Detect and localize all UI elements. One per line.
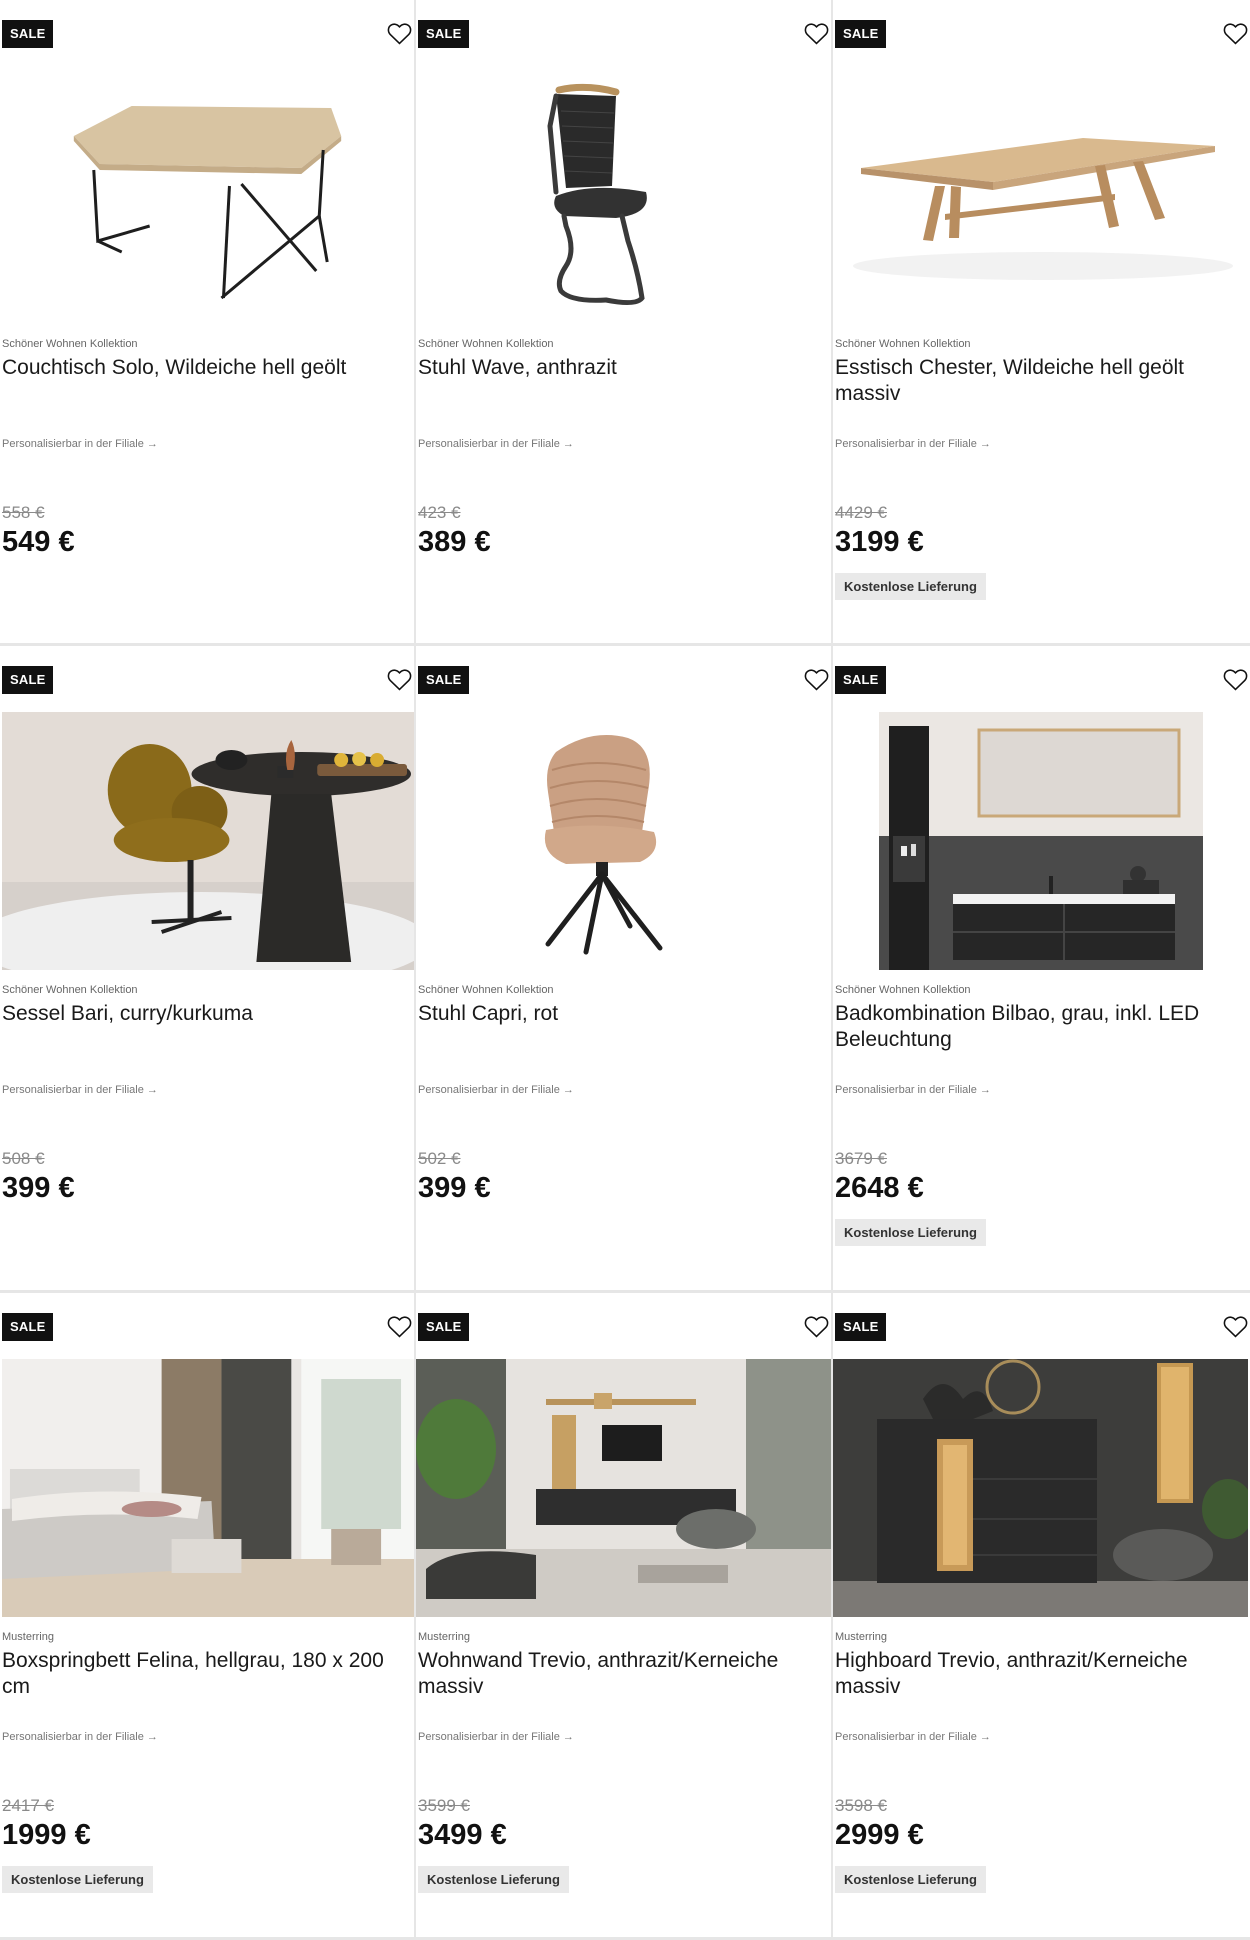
product-image-cantilever-chair[interactable] xyxy=(416,66,831,324)
product-title[interactable]: Highboard Trevio, anthrazit/Kerneiche ma… xyxy=(835,1648,1235,1700)
product-image-swivel-chair[interactable] xyxy=(416,712,831,970)
product-card[interactable]: SALE Schöner Wohnen Kollektio xyxy=(416,646,833,1293)
free-delivery-badge: Kostenlose Lieferung xyxy=(418,1866,569,1893)
sale-price: 2999 € xyxy=(835,1819,924,1851)
product-image-armchair-scene[interactable] xyxy=(2,712,414,970)
product-image-bathroom[interactable] xyxy=(833,712,1248,970)
product-card[interactable]: SALE Musterring Wohnwand Trevio, anthraz… xyxy=(416,1293,833,1940)
heart-outline-icon[interactable] xyxy=(801,18,831,48)
brand-label: Schöner Wohnen Kollektion xyxy=(835,984,971,996)
brand-label: Schöner Wohnen Kollektion xyxy=(2,338,138,350)
old-price: 3599 € xyxy=(418,1796,470,1815)
sale-badge: SALE xyxy=(835,666,887,694)
old-price: 2417 € xyxy=(2,1796,54,1815)
personalize-link[interactable]: Personalisierbar in der Filiale → xyxy=(835,1731,991,1743)
brand-label: Schöner Wohnen Kollektion xyxy=(835,338,971,350)
product-title[interactable]: Badkombination Bilbao, grau, inkl. LED B… xyxy=(835,1001,1235,1053)
product-title[interactable]: Boxspringbett Felina, hellgrau, 180 x 20… xyxy=(2,1648,402,1700)
personalize-link[interactable]: Personalisierbar in der Filiale → xyxy=(2,1084,158,1096)
free-delivery-badge: Kostenlose Lieferung xyxy=(835,573,986,600)
product-title[interactable]: Sessel Bari, curry/kurkuma xyxy=(2,1001,402,1027)
sale-badge: SALE xyxy=(418,1313,470,1341)
personalize-link[interactable]: Personalisierbar in der Filiale → xyxy=(418,1084,574,1096)
old-price: 508 € xyxy=(2,1149,45,1168)
sale-price: 1999 € xyxy=(2,1819,91,1851)
personalize-link[interactable]: Personalisierbar in der Filiale → xyxy=(418,1731,574,1743)
heart-outline-icon[interactable] xyxy=(1220,18,1250,48)
brand-label: Musterring xyxy=(418,1631,470,1643)
personalize-link[interactable]: Personalisierbar in der Filiale → xyxy=(418,438,574,450)
heart-outline-icon[interactable] xyxy=(801,664,831,694)
product-title[interactable]: Wohnwand Trevio, anthrazit/Kerneiche mas… xyxy=(418,1648,818,1700)
free-delivery-badge: Kostenlose Lieferung xyxy=(835,1866,986,1893)
sale-badge: SALE xyxy=(835,20,887,48)
personalize-link[interactable]: Personalisierbar in der Filiale → xyxy=(835,1084,991,1096)
heart-outline-icon[interactable] xyxy=(384,1311,414,1341)
product-card[interactable]: SALE Schöner Wohnen Kollektion Badkombin… xyxy=(833,646,1250,1293)
sale-price: 399 € xyxy=(418,1172,491,1204)
product-image-bedroom[interactable] xyxy=(2,1359,414,1617)
product-card[interactable]: SALE Musterring Highboard Trevio, anthra… xyxy=(833,1293,1250,1940)
sale-badge: SALE xyxy=(418,666,470,694)
product-image-dining-table[interactable] xyxy=(833,66,1248,324)
product-card[interactable]: SALE Schöner Wohnen Kollektion Couchtisc… xyxy=(0,0,416,646)
old-price: 558 € xyxy=(2,503,45,522)
product-title[interactable]: Stuhl Wave, anthrazit xyxy=(418,355,818,381)
free-delivery-badge: Kostenlose Lieferung xyxy=(835,1219,986,1246)
old-price: 423 € xyxy=(418,503,461,522)
heart-outline-icon[interactable] xyxy=(1220,1311,1250,1341)
heart-outline-icon[interactable] xyxy=(801,1311,831,1341)
brand-label: Schöner Wohnen Kollektion xyxy=(2,984,138,996)
product-image-living-room[interactable] xyxy=(416,1359,831,1617)
product-grid: SALE Schöner Wohnen Kollektion Couchtisc… xyxy=(0,0,1250,1940)
sale-price: 2648 € xyxy=(835,1172,924,1204)
old-price: 3598 € xyxy=(835,1796,887,1815)
sale-badge: SALE xyxy=(2,1313,54,1341)
sale-badge: SALE xyxy=(418,20,470,48)
personalize-link[interactable]: Personalisierbar in der Filiale → xyxy=(835,438,991,450)
sale-price: 3199 € xyxy=(835,526,924,558)
sale-price: 549 € xyxy=(2,526,75,558)
personalize-link[interactable]: Personalisierbar in der Filiale → xyxy=(2,1731,158,1743)
old-price: 502 € xyxy=(418,1149,461,1168)
sale-price: 399 € xyxy=(2,1172,75,1204)
product-image-highboard[interactable] xyxy=(833,1359,1248,1617)
product-card[interactable]: SALE Musterring Boxspringbett Felina, he… xyxy=(0,1293,416,1940)
product-card[interactable]: SALE Schöner Wohnen Kollektion Esstisch … xyxy=(833,0,1250,646)
brand-label: Schöner Wohnen Kollektion xyxy=(418,338,554,350)
product-title[interactable]: Stuhl Capri, rot xyxy=(418,1001,818,1027)
old-price: 4429 € xyxy=(835,503,887,522)
heart-outline-icon[interactable] xyxy=(384,18,414,48)
old-price: 3679 € xyxy=(835,1149,887,1168)
free-delivery-badge: Kostenlose Lieferung xyxy=(2,1866,153,1893)
product-card[interactable]: SALE Schöner Wohnen Kollektio xyxy=(416,0,833,646)
brand-label: Musterring xyxy=(2,1631,54,1643)
brand-label: Schöner Wohnen Kollektion xyxy=(418,984,554,996)
personalize-link[interactable]: Personalisierbar in der Filiale → xyxy=(2,438,158,450)
sale-badge: SALE xyxy=(2,20,54,48)
sale-price: 389 € xyxy=(418,526,491,558)
product-title[interactable]: Couchtisch Solo, Wildeiche hell geölt xyxy=(2,355,402,381)
sale-badge: SALE xyxy=(835,1313,887,1341)
sale-badge: SALE xyxy=(2,666,54,694)
brand-label: Musterring xyxy=(835,1631,887,1643)
heart-outline-icon[interactable] xyxy=(384,664,414,694)
product-title[interactable]: Esstisch Chester, Wildeiche hell geölt m… xyxy=(835,355,1235,407)
heart-outline-icon[interactable] xyxy=(1220,664,1250,694)
product-image-coffee-table[interactable] xyxy=(2,66,414,324)
sale-price: 3499 € xyxy=(418,1819,507,1851)
product-card[interactable]: SALE Schöner Wohnen Kollektion Sessel Ba… xyxy=(0,646,416,1293)
